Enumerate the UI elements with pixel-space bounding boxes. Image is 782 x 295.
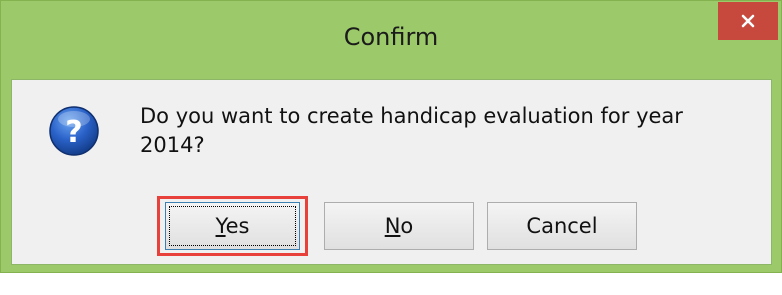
close-icon: [741, 14, 755, 28]
dialog-body: ? Do you want to create handicap evaluat…: [11, 79, 772, 265]
title-bar[interactable]: Confirm: [1, 1, 781, 79]
yes-button[interactable]: Yes: [165, 202, 300, 250]
question-icon: ?: [49, 106, 99, 156]
no-button[interactable]: No: [324, 202, 474, 250]
cancel-label: Cancel: [526, 214, 598, 238]
confirm-message: Do you want to create handicap evaluatio…: [140, 104, 683, 157]
focus-ring: [169, 206, 296, 246]
window-title: Confirm: [343, 23, 439, 51]
no-label: No: [384, 214, 414, 238]
svg-text:?: ?: [65, 115, 82, 150]
close-button[interactable]: [718, 2, 778, 40]
cancel-button[interactable]: Cancel: [487, 202, 637, 250]
confirm-dialog: Confirm ? Do you want to create handicap…: [0, 0, 782, 273]
